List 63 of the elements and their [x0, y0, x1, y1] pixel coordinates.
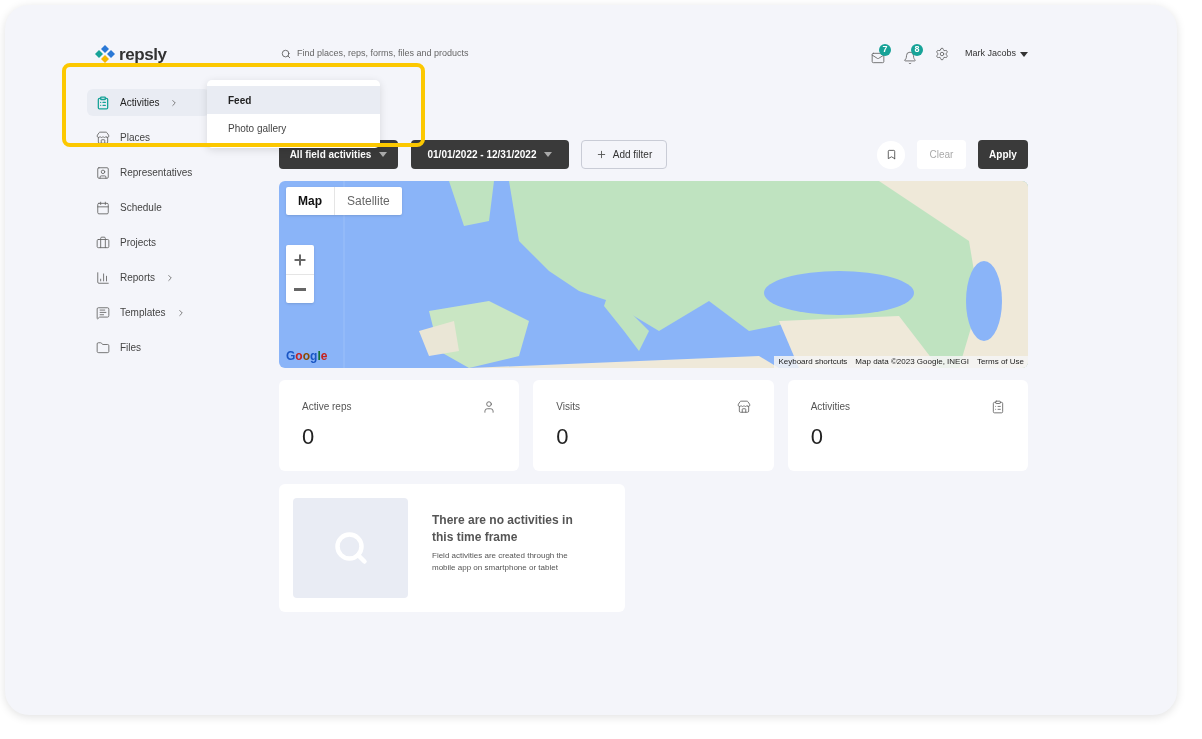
map-logo: Google	[286, 348, 328, 365]
submenu-item[interactable]: Feed	[207, 86, 380, 114]
date-range-dropdown[interactable]: 01/01/2022 - 12/31/2022	[411, 140, 569, 169]
sidebar-item[interactable]: Files	[87, 334, 210, 361]
clipboard-icon	[96, 95, 110, 110]
sidebar-item[interactable]: Schedule	[87, 194, 210, 221]
sidebar-item[interactable]: Reports	[87, 264, 210, 291]
minus-icon	[294, 287, 306, 291]
logo-icon	[95, 45, 115, 63]
caret-icon	[1020, 51, 1028, 57]
sidebar-item[interactable]: Representatives	[87, 159, 210, 186]
store-icon	[736, 399, 751, 414]
bookmark-icon	[885, 149, 897, 160]
empty-title: There are no activities in this time frame	[432, 512, 574, 546]
folder-icon	[96, 340, 110, 355]
map-type-tab[interactable]: Map	[286, 187, 335, 215]
clipboard-icon	[991, 399, 1005, 414]
sidebar-label: Files	[120, 341, 142, 355]
sidebar-item[interactable]: Places	[87, 124, 210, 151]
apply-button[interactable]: Apply	[978, 140, 1028, 169]
sidebar-label: Activities	[120, 96, 160, 110]
plus-icon	[595, 149, 607, 160]
map-footer-link[interactable]: Keyboard shortcuts	[774, 358, 852, 366]
map-footer-link[interactable]: Terms of Use	[972, 358, 1028, 366]
notification-badge: 8	[910, 43, 923, 56]
settings-icon[interactable]	[934, 47, 949, 61]
sidebar-item[interactable]: Projects	[87, 229, 210, 256]
caret-icon	[379, 152, 388, 157]
stat-label: Activities	[810, 400, 851, 414]
stat-label: Visits	[556, 400, 581, 414]
sidebar-label: Schedule	[120, 201, 162, 215]
stat-value: 0	[810, 423, 824, 451]
logo-text: repsly	[119, 45, 167, 63]
map[interactable]: Map Satellite Google Keyboard shortcuts Map data ©2023 Google, INEGI Terms of Use	[279, 181, 1028, 368]
store-icon	[96, 130, 110, 145]
sidebar-label: Representatives	[120, 166, 193, 180]
stat-label: Active reps	[302, 400, 352, 414]
stat-value: 0	[302, 423, 316, 451]
user-menu[interactable]: Mark Jacobs	[964, 47, 1028, 61]
message-icon	[96, 305, 110, 320]
briefcase-icon	[96, 235, 110, 250]
search-icon	[281, 49, 291, 59]
mail-badge: 7	[878, 43, 891, 56]
sidebar-label: Templates	[120, 306, 166, 320]
bookmark-button[interactable]	[877, 140, 905, 169]
search-field[interactable]: Find places, reps, forms, files and products	[279, 47, 579, 61]
sidebar-label: Places	[120, 131, 150, 145]
calendar-icon	[96, 200, 110, 215]
plus-icon	[292, 251, 308, 268]
map-type-tab[interactable]: Satellite	[335, 187, 402, 215]
sidebar-item[interactable]: Templates	[87, 299, 210, 326]
sidebar-label: Reports	[120, 271, 155, 285]
add-filter-button[interactable]: Add filter	[581, 140, 667, 169]
user-card-icon	[96, 165, 110, 180]
caret-icon	[544, 152, 553, 157]
map-footer-link[interactable]: Map data ©2023 Google, INEGI	[851, 358, 973, 366]
sidebar-item[interactable]: Activities	[87, 89, 210, 116]
user-icon	[482, 399, 497, 414]
bar-chart-icon	[96, 270, 110, 285]
sidebar-label: Projects	[120, 236, 157, 250]
submenu-item[interactable]: Photo gallery	[207, 114, 380, 142]
stat-value: 0	[556, 423, 570, 451]
empty-description: Field activities are created through the mobile app on smartphone or tablet	[432, 550, 569, 574]
